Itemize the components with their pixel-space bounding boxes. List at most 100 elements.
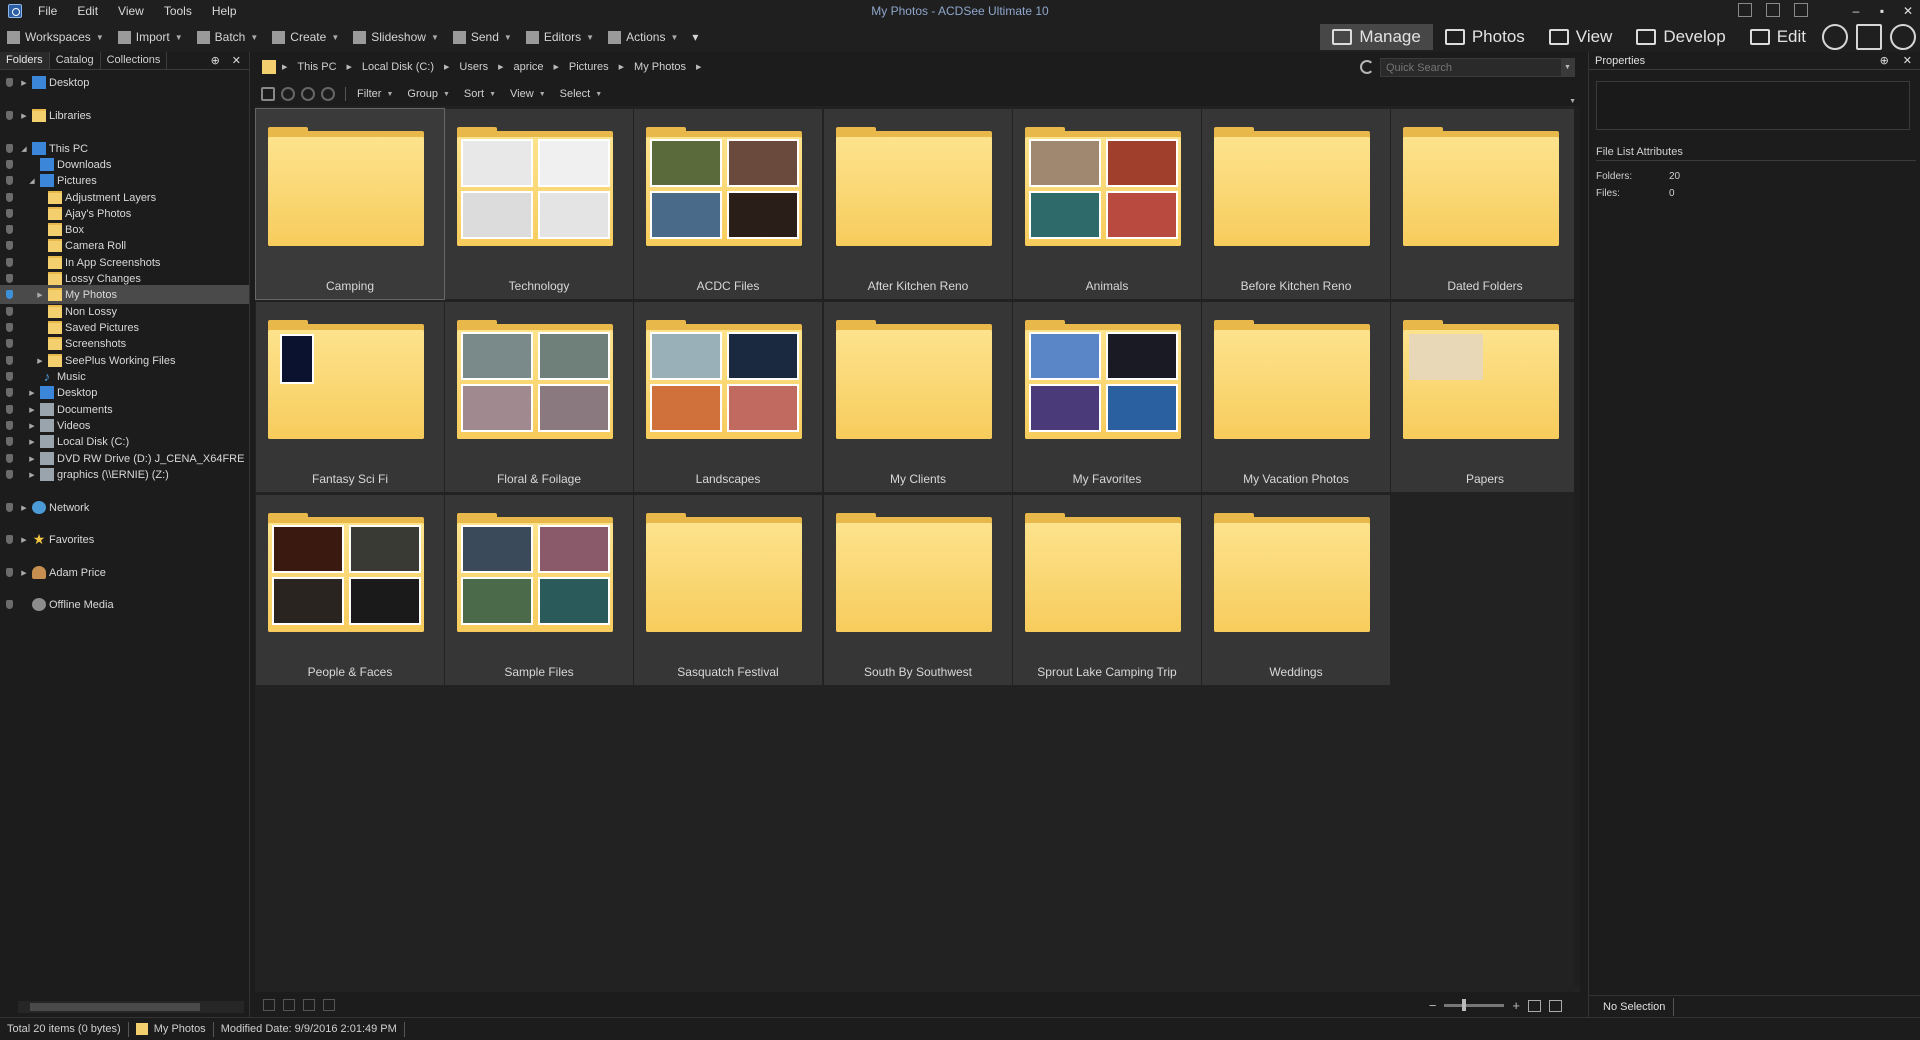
pin-icon[interactable] — [6, 339, 13, 348]
pin-icon[interactable] — [6, 503, 13, 512]
pin-icon[interactable] — [6, 209, 13, 218]
zoom-slider-handle[interactable] — [1462, 999, 1467, 1011]
folder-tile-my-favorites[interactable]: My Favorites — [1013, 302, 1201, 492]
pin-icon[interactable] — [6, 78, 13, 87]
online-icon[interactable] — [1890, 24, 1916, 50]
left-pane-toggle-icon[interactable] — [1738, 3, 1752, 17]
breadcrumb-my-photos[interactable]: My Photos — [634, 61, 686, 73]
pin-icon[interactable] — [6, 437, 13, 446]
search-dropdown-icon[interactable]: ▼ — [1561, 59, 1574, 76]
filter-menu[interactable]: Filter ▼ — [350, 88, 400, 100]
pin-icon[interactable] — [6, 111, 13, 120]
pin-icon[interactable] — [6, 160, 13, 169]
batch-button[interactable]: Batch ▼ — [190, 22, 266, 52]
mode-tab-develop[interactable]: Develop — [1624, 24, 1737, 50]
folder-tile-camping[interactable]: Camping — [255, 108, 445, 300]
mode-tab-manage[interactable]: Manage — [1320, 24, 1433, 50]
vertical-scrollbar[interactable] — [1574, 106, 1580, 986]
rotate-right-icon[interactable] — [303, 998, 315, 1011]
folder-tile-acdc-files[interactable]: ACDC Files — [634, 109, 822, 299]
home-icon[interactable] — [261, 87, 275, 101]
folder-tile-people-faces[interactable]: People & Faces — [256, 495, 444, 685]
back-icon[interactable] — [281, 87, 295, 101]
expand-icon[interactable]: ▶ — [28, 471, 36, 479]
folder-tile-floral-foilage[interactable]: Floral & Foilage — [445, 302, 633, 492]
folder-tile-south-by-southwest[interactable]: South By Southwest — [824, 495, 1012, 685]
view-menu[interactable]: View ▼ — [503, 88, 553, 100]
pin-icon[interactable] — [6, 535, 13, 544]
breadcrumb-users[interactable]: Users — [459, 61, 488, 73]
horizontal-scrollbar[interactable] — [18, 1001, 244, 1013]
pin-icon[interactable] — [6, 356, 13, 365]
expand-icon[interactable]: ▶ — [20, 112, 28, 120]
zoom-slider[interactable] — [1444, 999, 1505, 1011]
mode-tab-photos[interactable]: Photos — [1433, 24, 1537, 50]
send-button[interactable]: Send ▼ — [446, 22, 519, 52]
folder-tile-sprout-lake-camping-trip[interactable]: Sprout Lake Camping Trip — [1013, 495, 1201, 685]
rotate-left-icon[interactable] — [283, 998, 295, 1011]
editors-button[interactable]: Editors ▼ — [519, 22, 601, 52]
expand-icon[interactable]: ▶ — [28, 406, 36, 414]
tab-no-selection[interactable]: No Selection — [1595, 998, 1675, 1016]
pin-icon[interactable] — [6, 372, 13, 381]
pin-icon[interactable] — [6, 405, 13, 414]
minimize-button[interactable]: – — [1850, 4, 1862, 18]
quick-search-input[interactable] — [1380, 58, 1575, 77]
expand-icon[interactable]: ▶ — [28, 455, 36, 463]
expand-icon[interactable]: ▶ — [20, 504, 28, 512]
close-panel-icon[interactable]: ✕ — [232, 54, 241, 67]
pin-icon[interactable] — [6, 470, 13, 479]
expand-icon[interactable]: ▶ — [36, 357, 44, 365]
expanded-icon[interactable]: ◢ — [28, 177, 36, 185]
up-icon[interactable] — [321, 87, 335, 101]
group-menu[interactable]: Group ▼ — [400, 88, 457, 100]
import-button[interactable]: Import ▼ — [111, 22, 190, 52]
menu-edit[interactable]: Edit — [67, 0, 108, 22]
pin-panel-icon[interactable]: ⊕ — [1880, 54, 1889, 67]
close-window-button[interactable]: ✕ — [1902, 4, 1914, 18]
pin-icon[interactable] — [6, 144, 13, 153]
tab-catalog[interactable]: Catalog — [50, 52, 101, 69]
breadcrumb-this-pc[interactable]: This PC — [297, 61, 336, 73]
tree-item-desktop[interactable]: ▶ Desktop — [0, 73, 249, 92]
thumbnail-view-icon[interactable] — [1528, 999, 1541, 1012]
pin-icon[interactable] — [6, 274, 13, 283]
folder-tile-landscapes[interactable]: Landscapes — [634, 302, 822, 492]
folder-tile-sasquatch-festival[interactable]: Sasquatch Festival — [634, 495, 822, 685]
close-panel-icon[interactable]: ✕ — [1903, 54, 1912, 67]
pin-icon[interactable] — [6, 193, 13, 202]
tree-item-favorites[interactable]: ▶ ★ Favorites — [0, 530, 249, 549]
expand-icon[interactable]: ▶ — [28, 389, 36, 397]
pin-icon[interactable] — [6, 600, 13, 609]
tree-item-libraries[interactable]: ▶ Libraries — [0, 106, 249, 125]
folder-tile-fantasy-sci-fi[interactable]: Fantasy Sci Fi — [256, 302, 444, 492]
refresh-icon[interactable] — [1360, 60, 1374, 74]
mode-tab-view[interactable]: View — [1537, 24, 1625, 50]
rotate-icon[interactable] — [263, 998, 275, 1011]
sort-menu[interactable]: Sort ▼ — [457, 88, 503, 100]
restore-button[interactable]: ▪ — [1876, 4, 1888, 18]
breadcrumb-separator-icon[interactable]: ▶ — [444, 63, 449, 71]
dashboard-icon[interactable] — [1856, 24, 1882, 50]
folder-tile-my-clients[interactable]: My Clients — [824, 302, 1012, 492]
toolbar-corner-icon[interactable]: ▼ — [1569, 98, 1576, 105]
menu-tools[interactable]: Tools — [154, 0, 202, 22]
mode-tab-edit[interactable]: Edit — [1738, 24, 1818, 50]
folder-tile-animals[interactable]: Animals — [1013, 109, 1201, 299]
expand-icon[interactable]: ▶ — [20, 79, 28, 87]
breadcrumb-separator-icon[interactable]: ▶ — [696, 63, 701, 71]
actions-button[interactable]: Actions ▼ — [601, 22, 685, 52]
app-logo-icon[interactable] — [8, 4, 22, 18]
folder-tile-before-kitchen-reno[interactable]: Before Kitchen Reno — [1202, 109, 1390, 299]
folder-tile-dated-folders[interactable]: Dated Folders — [1391, 109, 1579, 299]
folder-tile-weddings[interactable]: Weddings — [1202, 495, 1390, 685]
tree-item-offline-media[interactable]: Offline Media — [0, 595, 249, 614]
breadcrumb-pictures[interactable]: Pictures — [569, 61, 609, 73]
pin-icon[interactable] — [6, 176, 13, 185]
pin-icon[interactable] — [6, 290, 13, 299]
tab-collections[interactable]: Collections — [101, 52, 168, 69]
expanded-icon[interactable]: ◢ — [20, 145, 28, 153]
folder-tile-my-vacation-photos[interactable]: My Vacation Photos — [1202, 302, 1390, 492]
zoom-in-icon[interactable]: + — [1512, 998, 1520, 1013]
breadcrumb-aprice[interactable]: aprice — [514, 61, 544, 73]
